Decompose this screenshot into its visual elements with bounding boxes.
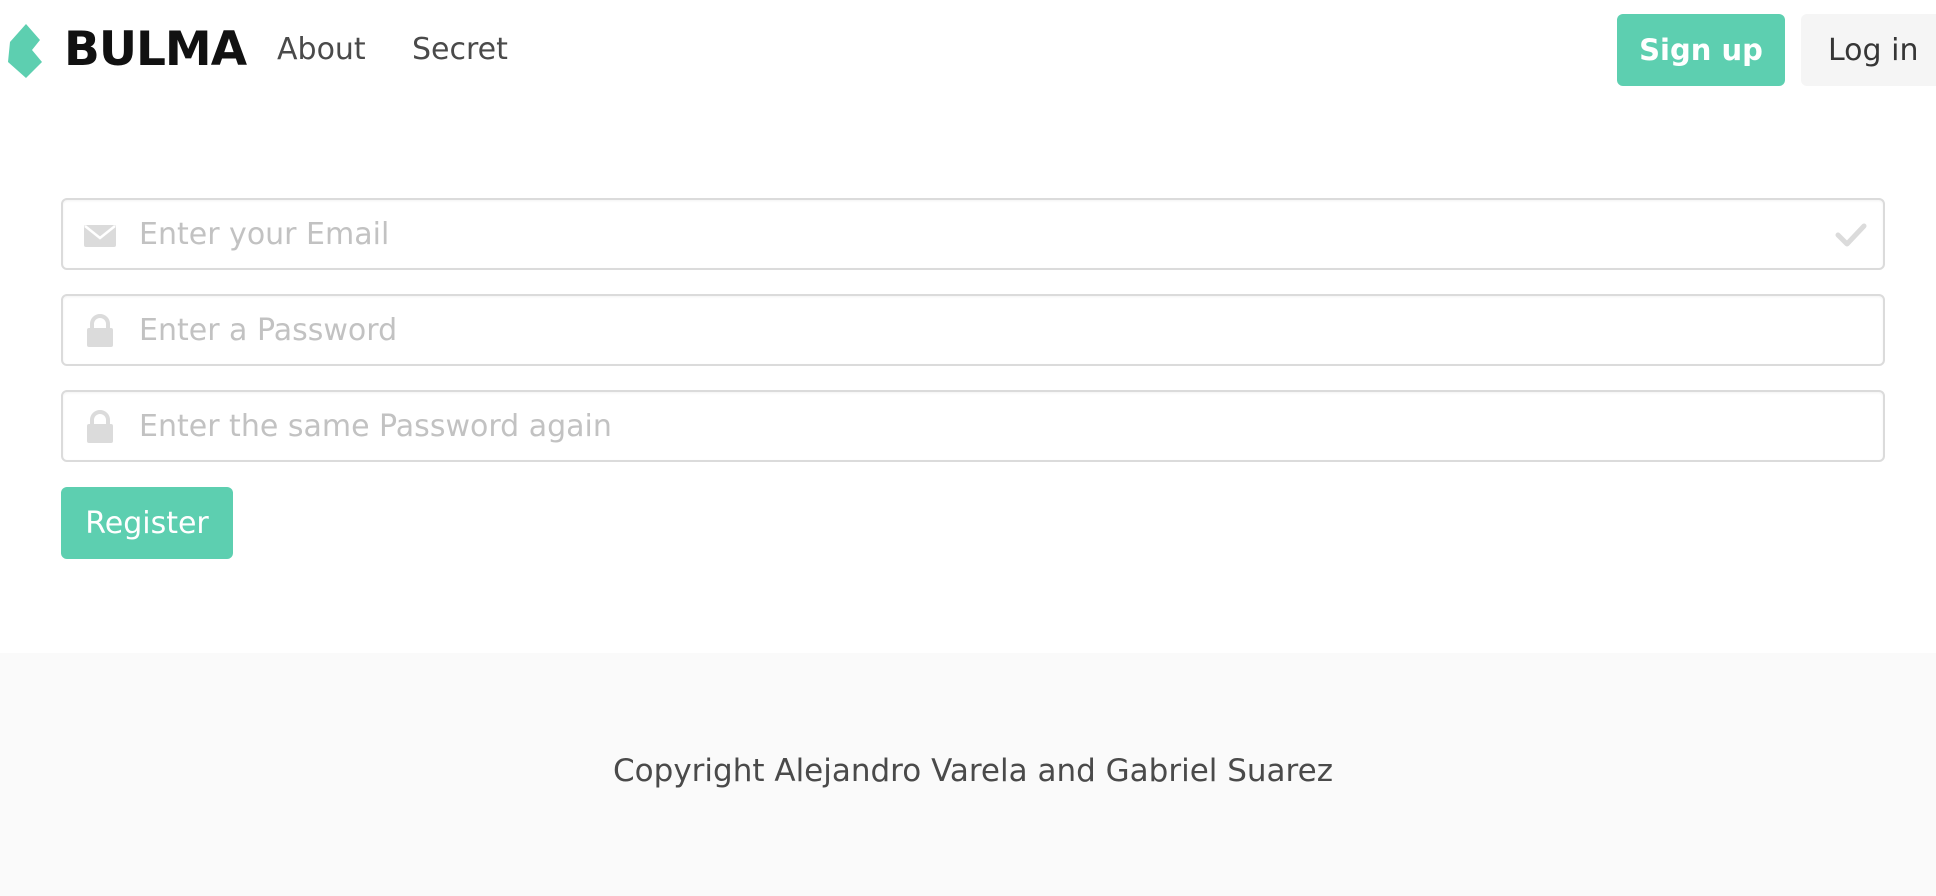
nav-link-secret[interactable]: Secret [412,28,508,72]
lock-icon [87,410,113,443]
nav-link-about[interactable]: About [277,28,366,72]
check-icon [1835,223,1867,247]
email-input[interactable] [135,200,1795,268]
footer: Copyright Alejandro Varela and Gabriel S… [0,653,1936,896]
lock-icon [87,314,113,347]
password-field[interactable] [61,294,1885,366]
login-button[interactable]: Log in [1801,14,1936,86]
brand[interactable]: BULMA [4,22,247,78]
brand-name: BULMA [64,22,247,77]
navbar: BULMA About Secret Sign up Log in [0,0,1936,100]
email-field[interactable] [61,198,1885,270]
signup-button[interactable]: Sign up [1617,14,1785,86]
footer-copyright: Copyright Alejandro Varela and Gabriel S… [613,753,1333,789]
register-button[interactable]: Register [61,487,233,559]
password-input[interactable] [135,296,1795,364]
envelope-icon [84,225,116,247]
bulma-logo-icon [8,24,42,78]
password-confirm-field[interactable] [61,390,1885,462]
password-confirm-input[interactable] [135,392,1795,460]
